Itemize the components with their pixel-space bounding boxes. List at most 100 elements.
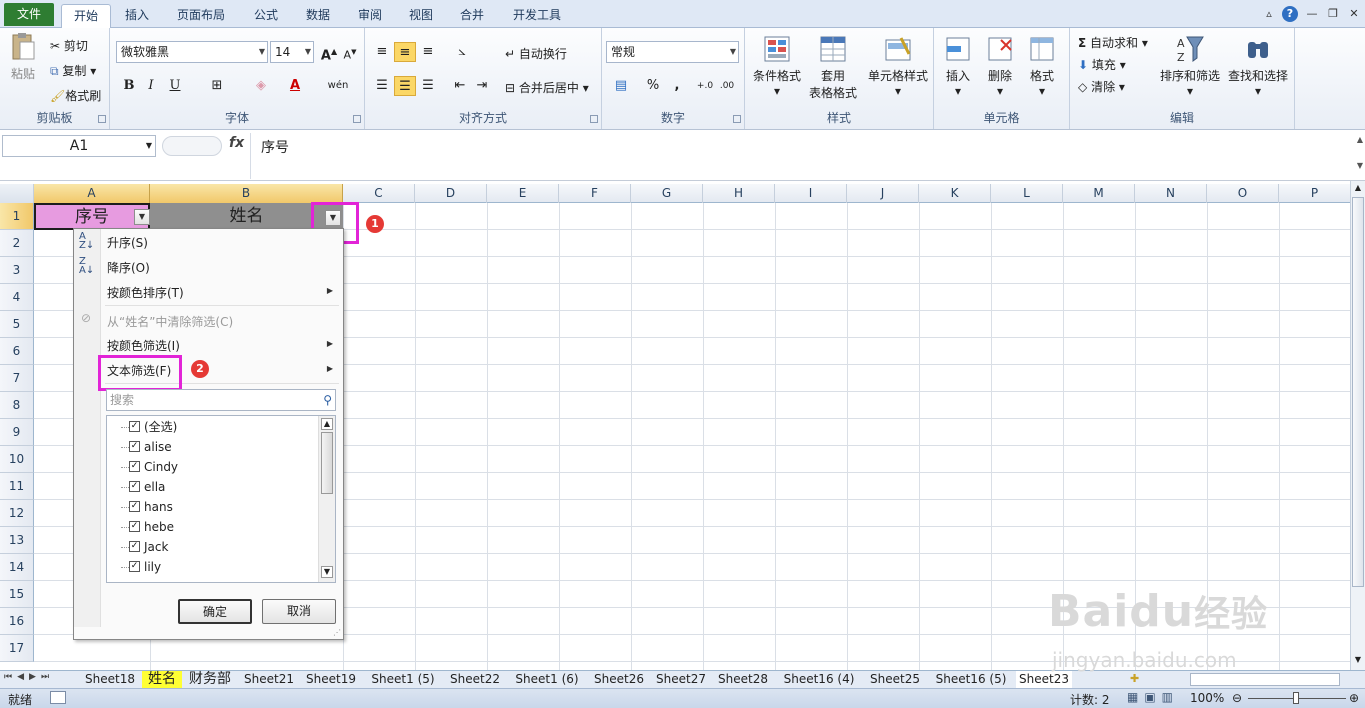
zoom-out-icon[interactable]: ⊖ [1232,691,1242,705]
decrease-indent-icon[interactable]: ⇤ [449,76,471,96]
comma-button[interactable]: , [666,76,688,96]
currency-icon[interactable]: ▤ [610,76,632,96]
col-header-k[interactable]: K [919,184,991,203]
menu-sort-by-color[interactable]: 按颜色排序(T) [107,284,184,301]
align-center-icon[interactable]: ☰ [394,76,416,96]
col-header-g[interactable]: G [631,184,703,203]
tab-view[interactable]: 视图 [401,4,441,28]
sheet-tab[interactable]: Sheet1 (5) [362,671,444,688]
italic-button[interactable]: I [140,76,162,96]
ribbon-collapse-icon[interactable]: ▵ [1261,6,1277,22]
filter-list-item[interactable]: ✓ ella [107,477,317,497]
insert-sheet-icon[interactable]: ✚ [1130,672,1139,685]
increase-indent-icon[interactable]: ⇥ [471,76,493,96]
font-color-icon[interactable]: A [284,76,306,96]
scroll-down-icon[interactable]: ▼ [321,566,333,578]
filter-list-item[interactable]: ✓ hans [107,497,317,517]
grow-font-button[interactable]: A▲ [318,42,340,63]
help-icon[interactable]: ? [1282,6,1298,22]
row-header-17[interactable]: 17 [0,635,34,662]
col-header-h[interactable]: H [703,184,775,203]
orientation-icon[interactable]: ⦣ [451,42,473,62]
row-header-4[interactable]: 4 [0,284,34,311]
dialog-launcher-icon[interactable] [98,115,106,123]
row-header-10[interactable]: 10 [0,446,34,473]
col-header-l[interactable]: L [991,184,1063,203]
filter-list-item[interactable]: ✓ (全选) [107,417,317,437]
phonetic-icon[interactable]: wén [327,76,349,96]
sort-filter-button[interactable]: AZ 排序和筛选 ▾ [1158,34,1222,98]
col-header-d[interactable]: D [415,184,487,203]
formula-input[interactable]: 序号 [250,133,1347,179]
col-header-a[interactable]: A [34,184,150,203]
ok-button[interactable]: 确定 [178,599,252,624]
checkbox-checked-icon[interactable]: ✓ [129,461,140,472]
scroll-down-icon[interactable]: ▼ [1352,655,1364,667]
cut-button[interactable]: ✂ 剪切 [50,37,88,54]
sheet-tab[interactable]: Sheet27 [650,671,712,688]
shrink-font-button[interactable]: A▼ [339,42,361,62]
filter-list-item[interactable]: ✓ Jack [107,537,317,557]
checkbox-checked-icon[interactable]: ✓ [129,521,140,532]
insert-cells-button[interactable]: 插入 ▾ [940,34,976,98]
percent-button[interactable]: % [642,76,664,96]
merge-center-button[interactable]: ⊟ 合并后居中 ▾ [505,79,589,96]
col-header-e[interactable]: E [487,184,559,203]
filter-dropdown-button-a[interactable]: ▼ [134,209,150,225]
row-header-13[interactable]: 13 [0,527,34,554]
format-painter-button[interactable]: 🖌格式刷 [50,87,101,104]
row-header-11[interactable]: 11 [0,473,34,500]
font-name-combo[interactable]: 微软雅黑 ▼ [116,41,268,63]
vertical-scrollbar[interactable]: ▲ ▼ [1350,181,1365,670]
paste-button[interactable]: 粘贴 [6,32,40,82]
name-box[interactable]: A1 ▼ [2,135,156,157]
minimize-icon[interactable]: — [1304,6,1320,22]
tab-developer[interactable]: 开发工具 [505,4,569,28]
row-header-15[interactable]: 15 [0,581,34,608]
sheet-tab[interactable]: Sheet25 [864,671,926,688]
align-left-icon[interactable]: ☰ [371,76,393,96]
sheet-tab[interactable]: Sheet26 [588,671,650,688]
sheet-tab[interactable]: Sheet19 [300,671,362,688]
clear-button[interactable]: ◇ 清除 ▾ [1078,78,1125,95]
row-header-16[interactable]: 16 [0,608,34,635]
zoom-in-icon[interactable]: ⊕ [1349,691,1359,705]
row-header-5[interactable]: 5 [0,311,34,338]
row-header-12[interactable]: 12 [0,500,34,527]
col-header-c[interactable]: C [343,184,415,203]
sheet-tab[interactable]: 姓名 [142,671,182,688]
col-header-j[interactable]: J [847,184,919,203]
filter-list-item[interactable]: ✓ alise [107,437,317,457]
dialog-launcher-icon[interactable] [353,115,361,123]
bold-button[interactable]: B [118,76,140,96]
col-header-p[interactable]: P [1279,184,1350,203]
view-buttons-icon[interactable]: ▦▣▥ [1127,690,1179,704]
close-icon[interactable]: ✕ [1346,6,1362,22]
col-header-b[interactable]: B [150,184,343,203]
row-header-14[interactable]: 14 [0,554,34,581]
tab-formulas[interactable]: 公式 [246,4,286,28]
checkbox-checked-icon[interactable]: ✓ [129,561,140,572]
cell-styles-button[interactable]: 单元格样式 ▾ [865,34,931,98]
conditional-format-button[interactable]: 条件格式 ▾ [749,34,805,98]
checkbox-checked-icon[interactable]: ✓ [129,441,140,452]
filter-list-item[interactable]: ✓ Cindy [107,457,317,477]
scroll-up-icon[interactable]: ▲ [1352,183,1364,195]
menu-sort-ascending[interactable]: 升序(S) [107,234,148,251]
dialog-launcher-icon[interactable] [733,115,741,123]
col-header-o[interactable]: O [1207,184,1279,203]
resize-grip-icon[interactable]: ⋰ [333,628,341,637]
filter-list-item[interactable]: ✓ lily [107,557,317,577]
row-header-3[interactable]: 3 [0,257,34,284]
fill-color-icon[interactable]: ◈ [250,76,272,96]
tab-review[interactable]: 审阅 [350,4,390,28]
sheet-tab[interactable]: Sheet18 [78,671,142,688]
checkbox-checked-icon[interactable]: ✓ [129,541,140,552]
col-header-f[interactable]: F [559,184,631,203]
align-bottom-icon[interactable]: ≡ [417,42,439,62]
font-size-combo[interactable]: 14 ▼ [270,41,314,63]
sheet-tab[interactable]: Sheet16 (4) [774,671,864,688]
row-header-8[interactable]: 8 [0,392,34,419]
filter-search-input[interactable]: 搜索 ⚲ [106,389,336,411]
row-header-9[interactable]: 9 [0,419,34,446]
